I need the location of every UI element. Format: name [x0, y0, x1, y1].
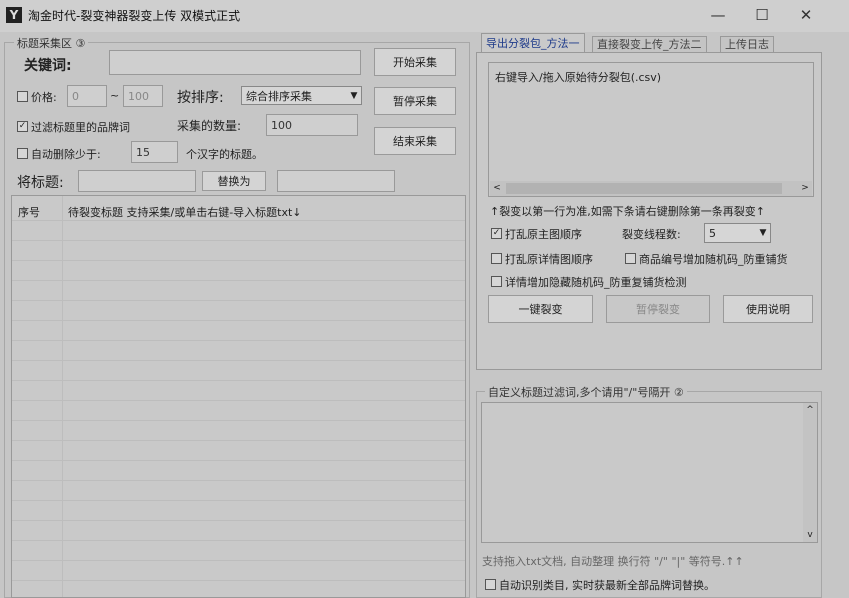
tab-direct-upload[interactable]: 直接裂变上传_方法二 — [592, 36, 707, 52]
table-row — [12, 360, 465, 361]
table-row — [12, 240, 465, 241]
price-checkbox[interactable] — [17, 91, 28, 102]
add-random-code-checkbox[interactable] — [625, 253, 636, 264]
shuffle-detail-image-label: 打乱原详情图顺序 — [505, 253, 593, 266]
maximize-button[interactable]: ☐ — [742, 2, 782, 28]
table-row — [12, 440, 465, 441]
auto-identify-checkbox[interactable] — [485, 579, 496, 590]
thread-count-select[interactable]: 5 ▼ — [704, 223, 771, 243]
shuffle-main-image-label: 打乱原主图顺序 — [505, 228, 582, 241]
replace-to-input[interactable] — [277, 170, 395, 192]
usage-help-button[interactable]: 使用说明 — [723, 295, 813, 323]
table-row — [12, 400, 465, 401]
shuffle-main-image-checkbox[interactable]: ✓ — [491, 228, 502, 239]
table-row — [12, 320, 465, 321]
tab-export-package[interactable]: 导出分裂包_方法一 — [481, 33, 585, 53]
replace-from-input[interactable] — [78, 170, 196, 192]
filter-words-group-label: 自定义标题过滤词,多个请用"/"号隔开 ② — [485, 384, 687, 400]
window-title: 淘金时代-裂变神器裂变上传 双模式正式 — [28, 9, 241, 23]
table-row — [12, 580, 465, 581]
chevron-down-icon: ▼ — [350, 90, 358, 101]
table-row — [12, 420, 465, 421]
one-click-split-button[interactable]: 一键裂变 — [488, 295, 593, 323]
scroll-left-icon[interactable]: < — [490, 181, 504, 196]
table-row — [12, 520, 465, 521]
csv-list[interactable]: 右键导入/拖入原始待分裂包(.csv) < > — [488, 62, 814, 197]
pause-split-button[interactable]: 暂停裂变 — [606, 295, 710, 323]
auto-delete-suffix: 个汉字的标题。 — [186, 148, 263, 161]
table-row — [12, 500, 465, 501]
table-header-title: 待裂变标题 支持采集/或单击右键-导入标题txt↓ — [68, 206, 302, 219]
price-label: 价格: — [31, 91, 57, 104]
auto-identify-label: 自动识别类目, 实时获最新全部品牌词替换。 — [499, 579, 715, 592]
detail-hidden-code-checkbox[interactable] — [491, 276, 502, 287]
scroll-down-icon[interactable]: v — [803, 528, 817, 542]
stop-collect-button[interactable]: 结束采集 — [374, 127, 456, 155]
scroll-up-icon[interactable]: ^ — [803, 403, 817, 417]
keyword-label: 关键词: — [24, 58, 72, 74]
price-max-input[interactable]: 100 — [123, 85, 163, 107]
table-row — [12, 260, 465, 261]
table-row — [12, 380, 465, 381]
chevron-down-icon: ▼ — [759, 228, 767, 238]
table-row — [12, 220, 465, 221]
sort-label: 按排序: — [177, 90, 224, 106]
replace-button[interactable]: 替换为 — [202, 171, 266, 191]
list-item: 右键导入/拖入原始待分裂包(.csv) — [495, 71, 662, 84]
shuffle-detail-image-checkbox[interactable] — [491, 253, 502, 264]
scrollbar-thumb[interactable] — [506, 183, 782, 194]
thread-count-value: 5 — [709, 226, 716, 240]
filter-hint-text: 支持拖入txt文档, 自动整理 换行符 "/" "|" 等符号.↑↑ — [482, 555, 744, 568]
scroll-right-icon[interactable]: > — [798, 181, 812, 196]
quantity-input[interactable]: 100 — [266, 114, 358, 136]
table-row — [12, 560, 465, 561]
table-row — [12, 480, 465, 481]
table-row — [12, 340, 465, 341]
minimize-button[interactable]: — — [698, 2, 738, 28]
price-min-input[interactable]: 0 — [67, 85, 107, 107]
auto-delete-checkbox[interactable] — [17, 148, 28, 159]
vertical-scrollbar[interactable]: ^ v — [803, 403, 817, 542]
close-button[interactable]: ✕ — [786, 2, 826, 28]
filter-brand-label: 过滤标题里的品牌词 — [31, 121, 130, 134]
table-column-divider — [62, 196, 63, 597]
title-collection-group-label: 标题采集区 ③ — [14, 35, 89, 51]
table-row — [12, 300, 465, 301]
detail-hidden-code-label: 详情增加隐藏随机码_防重复铺货检测 — [505, 276, 687, 289]
replace-title-label: 将标题: — [17, 175, 64, 191]
thread-count-label: 裂变线程数: — [622, 228, 681, 241]
quantity-label: 采集的数量: — [177, 119, 242, 133]
horizontal-scrollbar[interactable]: < > — [490, 181, 812, 196]
table-row — [12, 540, 465, 541]
table-row — [12, 460, 465, 461]
start-collect-button[interactable]: 开始采集 — [374, 48, 456, 76]
add-random-code-label: 商品编号增加随机码_防重铺货 — [639, 253, 788, 266]
auto-delete-count-input[interactable]: 15 — [131, 141, 178, 163]
title-table[interactable]: 序号 待裂变标题 支持采集/或单击右键-导入标题txt↓ — [11, 195, 466, 598]
table-row — [12, 280, 465, 281]
pause-collect-button[interactable]: 暂停采集 — [374, 87, 456, 115]
price-range-tilde: ~ — [110, 89, 120, 102]
table-header-index: 序号 — [18, 206, 40, 219]
auto-delete-label: 自动删除少于: — [31, 148, 101, 161]
app-logo-icon: Y — [6, 7, 22, 23]
filter-brand-checkbox[interactable]: ✓ — [17, 121, 28, 132]
sort-select-value: 综合排序采集 — [246, 89, 312, 103]
sort-select[interactable]: 综合排序采集 ▼ — [241, 86, 362, 105]
tab-upload-log[interactable]: 上传日志 — [720, 36, 774, 52]
filter-words-textarea[interactable]: ^ v — [481, 402, 818, 543]
keyword-input[interactable] — [109, 50, 361, 75]
split-hint-text: ↑裂变以第一行为准,如需下条请右键删除第一条再裂变↑ — [490, 205, 765, 218]
